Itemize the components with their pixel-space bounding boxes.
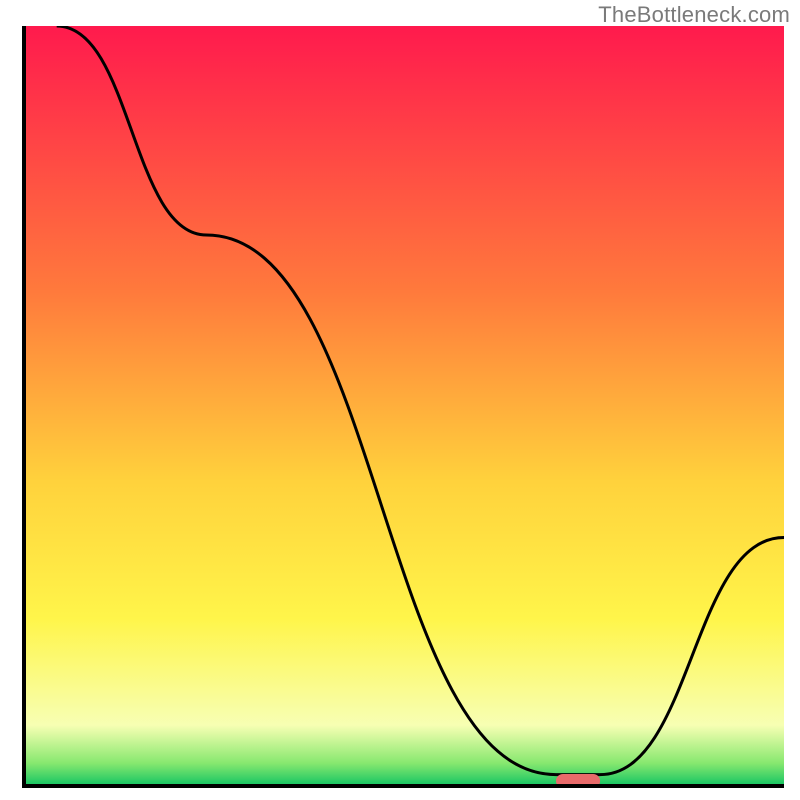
gradient-background (24, 26, 784, 786)
chart-container: TheBottleneck.com (0, 0, 800, 800)
bottleneck-curve-chart (0, 0, 800, 800)
